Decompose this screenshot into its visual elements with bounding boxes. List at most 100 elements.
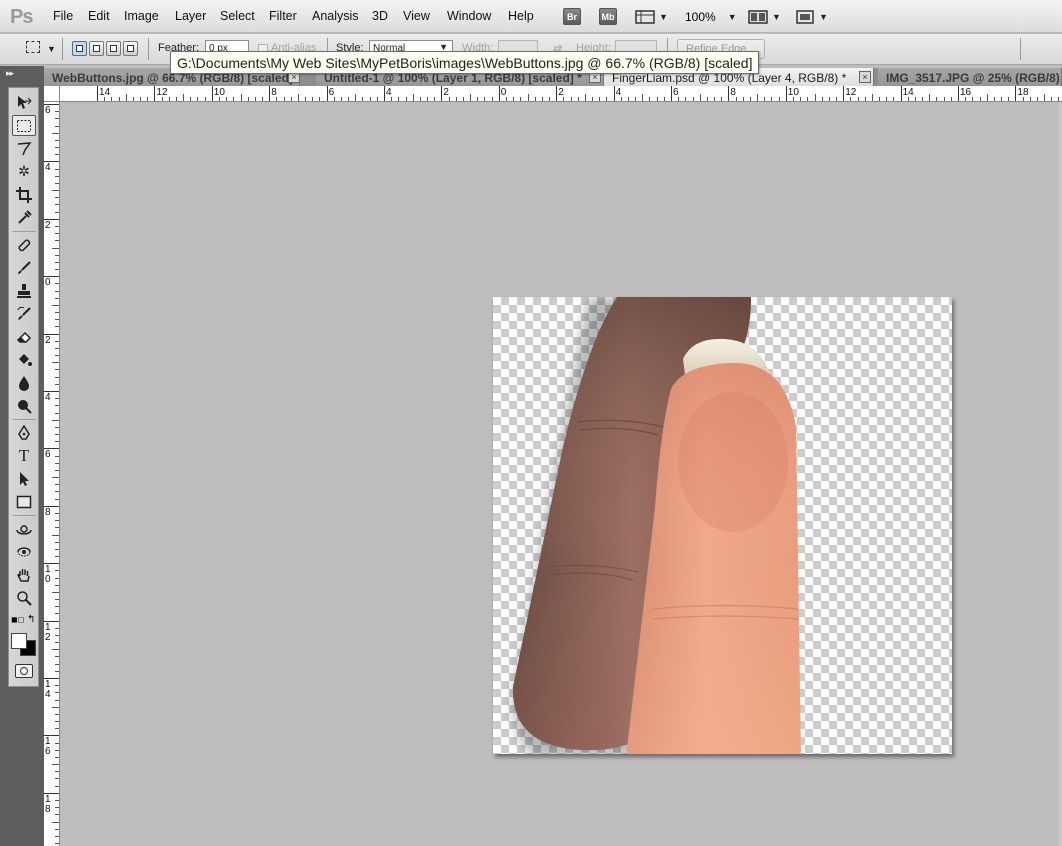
paint-bucket-tool-icon[interactable] [12,349,36,370]
ruler-minor-tick [348,97,350,101]
menu-file[interactable]: File [53,9,73,23]
eraser-tool-icon[interactable] [12,326,36,347]
3d-orbit-tool-icon[interactable] [12,541,36,562]
blur-tool-icon[interactable] [12,372,36,393]
photoshop-logo: Ps [10,6,33,28]
ruler-minor-tick [692,97,694,101]
ruler-minor-tick [55,541,59,543]
foreground-color-swatch[interactable] [11,633,27,649]
ruler-minor-tick [592,97,594,101]
ruler-minor-tick [55,297,59,299]
intersect-selection-button[interactable] [123,41,138,56]
path-selection-tool-icon[interactable] [12,468,36,489]
chevron-down-icon: ▼ [659,11,668,22]
ruler-minor-tick [276,97,278,101]
ruler-minor-tick [55,749,59,751]
eyedropper-tool-icon[interactable] [12,207,36,228]
dodge-tool-icon[interactable] [12,395,36,416]
ruler-minor-tick [55,441,59,443]
type-tool-icon[interactable]: T [12,445,36,466]
ruler-minor-tick [104,97,106,101]
zoom-tool-icon[interactable] [12,587,36,608]
ruler-minor-tick [55,520,59,522]
lasso-tool-icon[interactable] [12,138,36,159]
quick-mask-button[interactable] [15,664,33,678]
zoom-level-dropdown[interactable]: 100% ▼ [685,7,737,26]
ruler-label: 0 [45,277,51,289]
ruler-minor-tick [55,548,59,550]
screen-mode-button[interactable]: ▼ [795,7,828,26]
menu-view[interactable]: View [403,9,430,23]
vertical-ruler[interactable]: 6 4 2 0 2 4 6 8 10 12 14 16 18 [44,102,60,846]
ruler-minor-tick [140,97,142,101]
ruler-minor-tick [513,97,515,101]
menu-3d[interactable]: 3D [372,9,388,23]
quick-selection-tool-icon[interactable]: ✲ [12,161,36,182]
ruler-major-tick [958,86,959,101]
menu-select[interactable]: Select [220,9,255,23]
finger-photo [512,297,801,754]
rectangular-marquee-tool-icon[interactable] [12,115,36,136]
history-brush-tool-icon[interactable] [12,303,36,324]
ruler-minor-tick [362,97,364,101]
ruler-minor-tick [520,97,522,101]
ruler-minor-tick [55,233,59,235]
menu-layer[interactable]: Layer [175,9,206,23]
tool-preset-marquee-icon[interactable] [26,41,40,53]
divider [12,419,36,420]
horizontal-ruler[interactable]: 14 12 10 8 6 4 2 0 2 4 6 8 10 12 14 16 18 [60,86,1062,102]
tab-img-3517[interactable]: IMG_3517.JPG @ 25% (RGB/8) [878,68,1062,86]
ruler-origin[interactable] [44,86,60,102]
rectangle-tool-icon[interactable] [12,491,36,512]
ruler-minor-tick [55,376,59,378]
vertical-scrollbar[interactable] [1058,102,1062,846]
ruler-minor-tick [929,94,931,101]
ruler-minor-tick [52,706,59,708]
chevron-down-icon[interactable]: ▼ [47,44,56,54]
collapse-panel-icon[interactable]: ▸▸ [6,68,14,79]
new-selection-button[interactable] [72,41,87,56]
spot-healing-brush-tool-icon[interactable] [12,234,36,255]
arrange-documents-button[interactable]: ▼ [748,7,781,26]
menu-filter[interactable]: Filter [269,9,297,23]
ruler-minor-tick [55,771,59,773]
ruler-minor-tick [55,556,59,558]
close-icon[interactable]: × [859,71,871,83]
add-to-selection-button[interactable] [89,41,104,56]
swap-colors-icon[interactable]: ↰ [27,614,35,625]
ruler-minor-tick [55,462,59,464]
subtract-from-selection-button[interactable] [106,41,121,56]
ruler-minor-tick [879,97,881,101]
ruler-minor-tick [599,97,601,101]
menu-image[interactable]: Image [124,9,159,23]
ruler-minor-tick [1058,97,1060,101]
pen-tool-icon[interactable] [12,422,36,443]
ruler-minor-tick [55,455,59,457]
move-tool-icon[interactable] [12,92,36,113]
menu-edit[interactable]: Edit [88,9,110,23]
ruler-minor-tick [427,97,429,101]
menu-window[interactable]: Window [447,9,491,23]
ruler-minor-tick [55,491,59,493]
brush-tool-icon[interactable] [12,257,36,278]
menu-help[interactable]: Help [508,9,534,23]
clone-stamp-tool-icon[interactable] [12,280,36,301]
ruler-minor-tick [527,94,529,101]
menu-analysis[interactable]: Analysis [312,9,359,23]
ruler-minor-tick [55,197,59,199]
view-extras-icon [635,9,655,24]
ruler-minor-tick [1044,94,1046,101]
ruler-minor-tick [55,319,59,321]
ruler-minor-tick [55,713,59,715]
ruler-minor-tick [52,247,59,249]
crop-tool-icon[interactable] [12,184,36,205]
mini-bridge-button[interactable]: Mb [599,7,617,26]
document-canvas[interactable] [493,297,952,754]
view-extras-button[interactable]: ▼ [635,7,668,26]
default-colors-icon[interactable]: ◼◻ [11,615,24,624]
3d-rotate-tool-icon[interactable] [12,518,36,539]
ruler-minor-tick [907,97,909,101]
ruler-minor-tick [1051,97,1053,101]
hand-tool-icon[interactable] [12,564,36,585]
launch-bridge-button[interactable]: Br [563,7,581,26]
